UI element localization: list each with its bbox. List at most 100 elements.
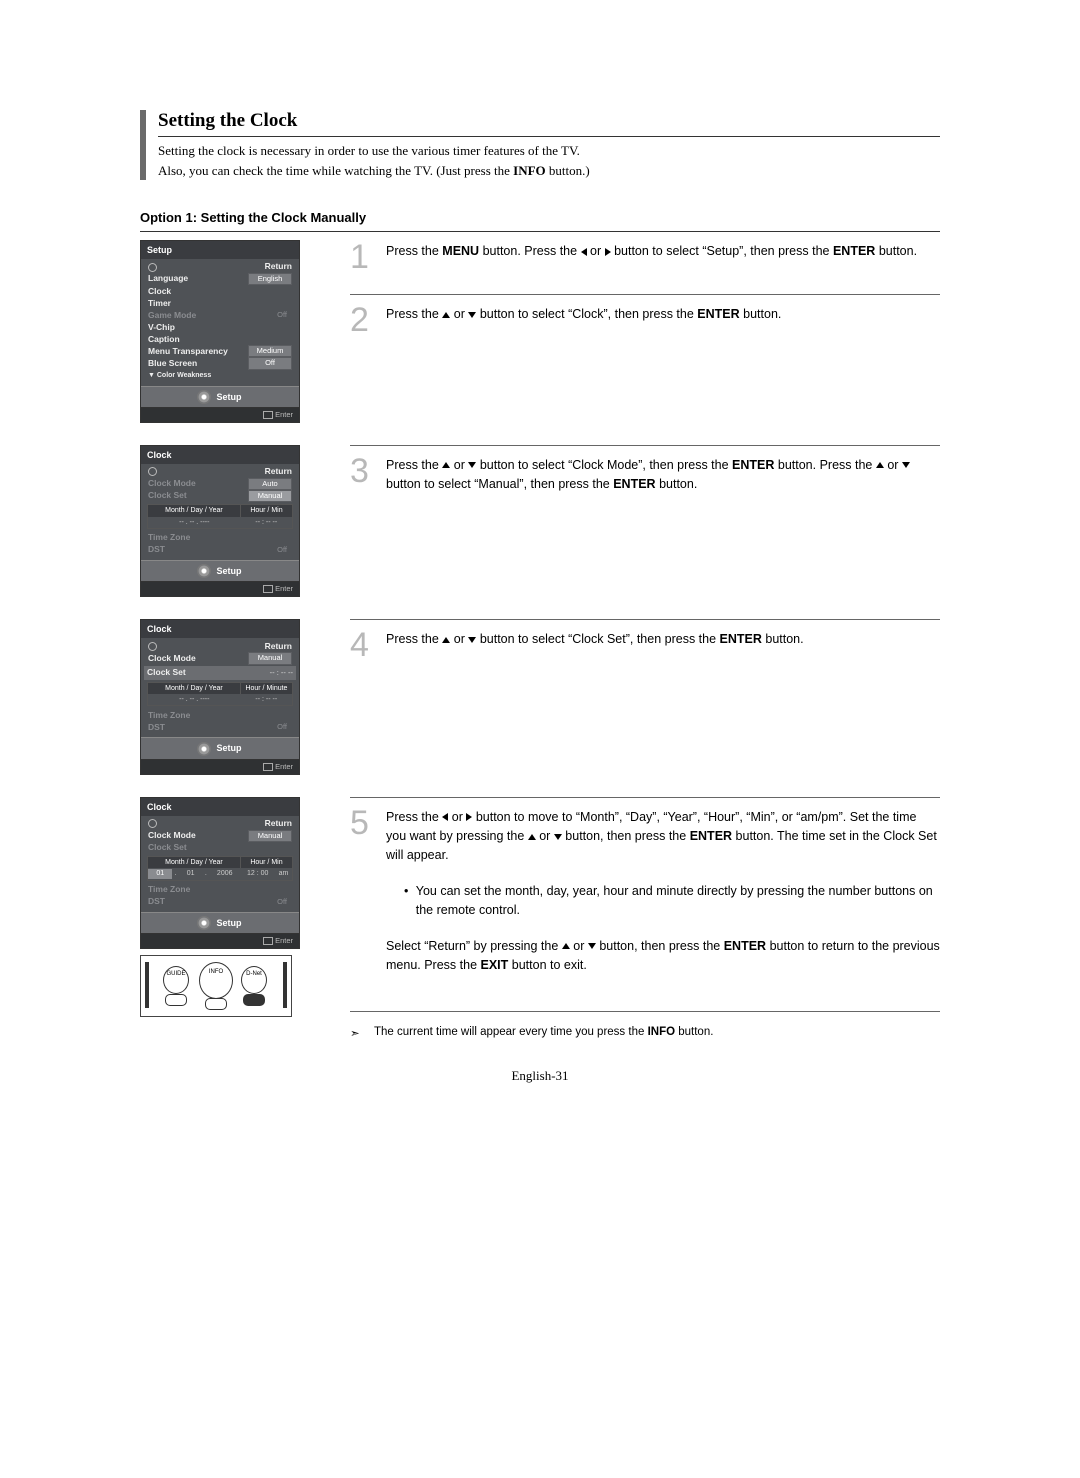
osd-setup: Setup Return LanguageEnglish Clock Timer…	[140, 240, 300, 423]
step-2-num: 2	[350, 303, 386, 337]
osd2-clockmode: Clock Mode	[148, 478, 196, 489]
osd3-dst: DST	[148, 722, 165, 733]
intro-line-1: Setting the clock is necessary in order …	[158, 143, 580, 158]
osd1-gamemode: Game Mode	[148, 310, 196, 321]
up-arrow-icon	[562, 943, 570, 949]
osd1-footer-text: Enter	[275, 410, 293, 419]
down-arrow-icon	[554, 834, 562, 840]
osd4-clockmode-val: Manual	[248, 830, 292, 842]
remote-info-button: INFO	[199, 962, 233, 999]
step-2: 2 Press the or button to select “Clock”,…	[350, 294, 940, 337]
osd3-clockset-val: -- : -- --	[270, 668, 293, 678]
osd4-ribbon: Setup	[141, 912, 299, 934]
remote-pill-1	[165, 994, 187, 1006]
remote-pill-2	[205, 998, 227, 1010]
remote-diagram: GUIDE INFO D-Net	[140, 955, 292, 1017]
osd3-header: Clock	[141, 620, 299, 638]
info-note: ➣ The current time will appear every tim…	[350, 1026, 940, 1040]
return-icon	[148, 819, 157, 828]
osd3-clockset: Clock Set	[147, 667, 186, 678]
osd2-timezone: Time Zone	[148, 532, 190, 543]
gear-icon	[198, 391, 210, 403]
step-1-text: Press the MENU button. Press the or butt…	[386, 240, 917, 274]
osd4-dst: DST	[148, 896, 165, 907]
osd4-footer: Enter	[141, 934, 299, 948]
osd-clock-values: Clock Return Clock ModeManual Clock Set …	[140, 797, 300, 949]
up-arrow-icon	[876, 462, 884, 468]
osd2-dst-val: Off	[272, 545, 292, 555]
row-3: Clock Return Clock Mode Manual Clock Set -…	[140, 619, 940, 778]
title-block: Setting the Clock Setting the clock is n…	[140, 110, 940, 180]
row-2: Clock Return Clock ModeAuto Clock SetMan…	[140, 445, 940, 602]
remote-guide-button: GUIDE	[163, 966, 189, 994]
osd1-return: Return	[265, 261, 292, 272]
osd2-ribbon: Setup	[141, 560, 299, 582]
osd2-footer: Enter	[141, 582, 299, 596]
gear-icon	[198, 743, 210, 755]
remote-dnet-button: D-Net	[241, 966, 267, 994]
osd3-clockmode-val: Manual	[248, 652, 292, 664]
osd1-gamemode-val: Off	[272, 310, 292, 320]
osd3-ribbon: Setup	[141, 737, 299, 759]
osd1-menutrans: Menu Transparency	[148, 346, 228, 357]
osd1-menutrans-val: Medium	[248, 345, 292, 357]
osd1-clock: Clock	[148, 286, 171, 297]
note-arrow-icon: ➣	[350, 1026, 374, 1040]
osd3-footer: Enter	[141, 760, 299, 774]
osd1-header: Setup	[141, 241, 299, 259]
step-3-text: Press the or button to select “Clock Mod…	[386, 454, 940, 495]
osd1-bluescreen: Blue Screen	[148, 358, 197, 369]
enter-icon	[263, 411, 273, 419]
step-5-bullet: •You can set the month, day, year, hour …	[404, 882, 940, 921]
osd1-language-val: English	[248, 273, 292, 285]
osd3-table: Month / Day / YearHour / Minute -- . -- …	[147, 682, 293, 707]
osd2-header: Clock	[141, 446, 299, 464]
gear-icon	[198, 565, 210, 577]
osd1-vchip: V-Chip	[148, 322, 175, 333]
step-5-text: Press the or button to move to “Month”, …	[386, 806, 940, 992]
down-arrow-icon	[902, 462, 910, 468]
osd3-return: Return	[265, 641, 292, 652]
osd-clock-mode: Clock Return Clock ModeAuto Clock SetMan…	[140, 445, 300, 598]
remote-pill-3	[243, 994, 265, 1006]
row-4: Clock Return Clock ModeManual Clock Set …	[140, 797, 940, 1041]
osd4-dst-val: Off	[272, 897, 292, 907]
row-1: Setup Return LanguageEnglish Clock Timer…	[140, 240, 940, 427]
step-1-num: 1	[350, 240, 386, 274]
osd2-dst: DST	[148, 544, 165, 555]
step-3-num: 3	[350, 454, 386, 495]
step-5-num: 5	[350, 806, 386, 992]
page-footer: English-31	[140, 1068, 940, 1084]
step-4-text: Press the or button to select “Clock Set…	[386, 628, 804, 662]
osd3-clockmode: Clock Mode	[148, 653, 196, 664]
osd1-ribbon-text: Setup	[216, 391, 241, 403]
step-1: 1 Press the MENU button. Press the or bu…	[350, 240, 940, 274]
page-title: Setting the Clock	[158, 110, 940, 137]
osd2-table: Month / Day / YearHour / Min -- . -- . -…	[147, 504, 293, 529]
page: Setting the Clock Setting the clock is n…	[140, 110, 940, 1084]
osd4-table: Month / Day / YearHour / Min 01 . 01 . 2…	[147, 856, 293, 881]
osd4-clockmode: Clock Mode	[148, 830, 196, 841]
step-4-num: 4	[350, 628, 386, 662]
osd2-return: Return	[265, 466, 292, 477]
return-icon	[148, 642, 157, 651]
osd1-colorweak: ▼ Color Weakness	[148, 371, 211, 380]
osd4-timezone: Time Zone	[148, 884, 190, 895]
step-5-return: Select “Return” by pressing the or butto…	[386, 937, 940, 976]
osd-clock-set: Clock Return Clock Mode Manual Clock Set -…	[140, 619, 300, 774]
down-arrow-icon	[588, 943, 596, 949]
osd2-manual: Manual	[248, 490, 292, 502]
osd4-clockset: Clock Set	[148, 842, 187, 853]
gear-icon	[198, 917, 210, 929]
enter-icon	[263, 585, 273, 593]
osd2-clockset: Clock Set	[148, 490, 187, 501]
step-4: 4 Press the or button to select “Clock S…	[350, 619, 940, 662]
osd1-footer: Enter	[141, 408, 299, 422]
return-icon	[148, 263, 157, 272]
intro-bold-info: INFO	[513, 163, 546, 178]
osd3-dst-val: Off	[272, 722, 292, 732]
intro-line-2a: Also, you can check the time while watch…	[158, 163, 513, 178]
step-2-text: Press the or button to select “Clock”, t…	[386, 303, 781, 337]
osd4-header: Clock	[141, 798, 299, 816]
intro-text: Setting the clock is necessary in order …	[158, 141, 940, 180]
